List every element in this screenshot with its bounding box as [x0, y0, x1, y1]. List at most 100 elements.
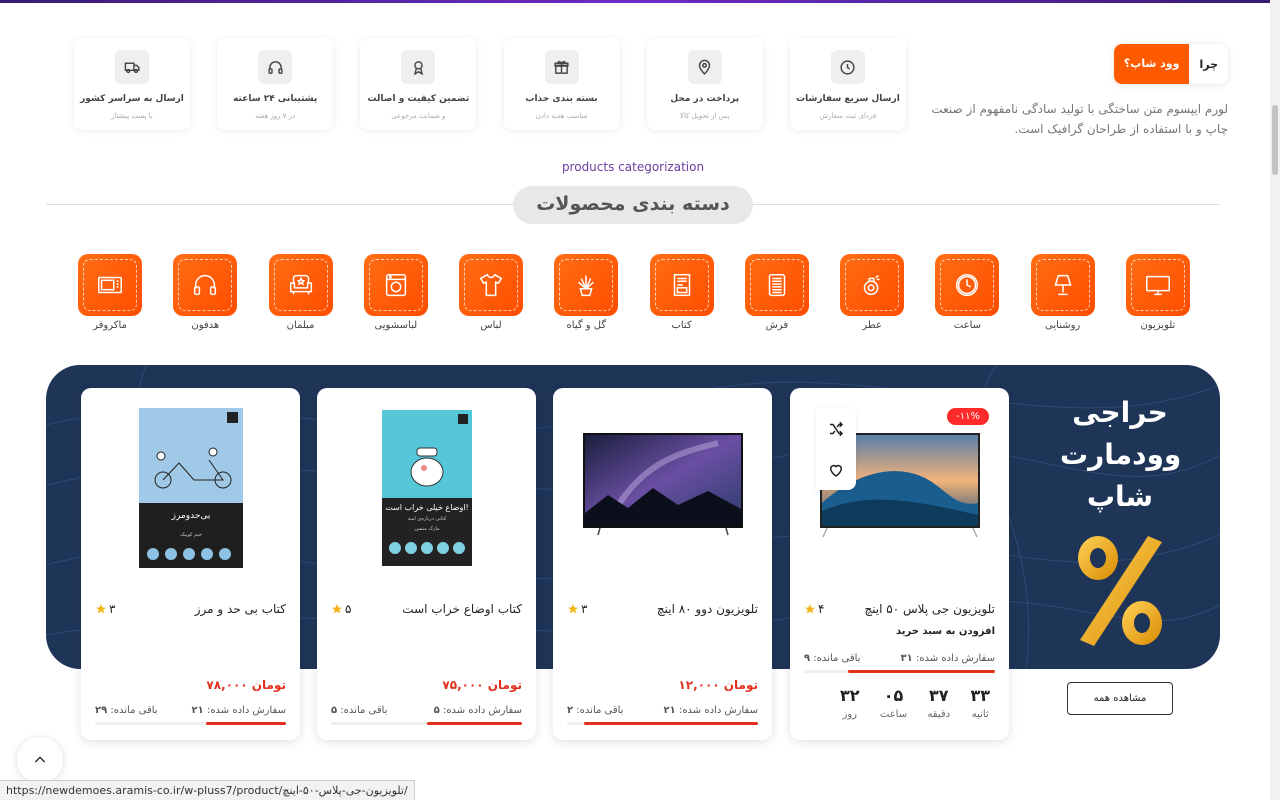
feature-subtitle: فردای ثبت سفارش	[819, 112, 877, 120]
headphones-icon	[258, 50, 293, 84]
feature-title: پشتیبانی ۲۴ ساعته	[233, 94, 318, 104]
sold-label: سفارش داده شده:	[915, 653, 995, 664]
stock-stats: سفارش داده شده: ۲۱ باقی مانده: ۲	[567, 705, 758, 716]
truck-icon	[115, 50, 149, 84]
star-icon	[332, 604, 342, 614]
stock-progress-fill	[584, 722, 758, 725]
product-name[interactable]: کتاب بی حد و مرز	[195, 602, 286, 616]
category-label: گل و گیاه	[566, 320, 607, 331]
feature-subtitle: مناسب هدیه دادن	[535, 112, 588, 120]
status-bar-url: https://newdemoes.aramis-co.ir/w-pluss7/…	[0, 780, 415, 800]
left-label: باقی مانده:	[110, 705, 158, 716]
add-to-cart-link[interactable]: افزودن به سبد خرید	[896, 626, 995, 637]
book-cover-image: بی‌حدومرز جیم کوییک	[138, 408, 243, 568]
category-lighting[interactable]: روشنایی	[1030, 254, 1095, 331]
product-rating: ۳	[567, 602, 587, 616]
tv-icon	[1145, 275, 1170, 296]
sold-count: ۳۱	[900, 653, 913, 664]
countdown-hours: ۰۵ ساعت	[880, 686, 907, 720]
lamp-icon	[1054, 274, 1072, 296]
book-title: اوضاع خیلی خراب است!	[385, 503, 469, 512]
category-washing-machine[interactable]: لباسشویی	[363, 254, 428, 331]
product-name[interactable]: تلویزیون دوو ۸۰ اینچ	[657, 602, 758, 616]
compare-button[interactable]	[816, 408, 856, 449]
countdown-minutes: ۳۷ دقیقه	[927, 686, 950, 720]
category-headphones[interactable]: هدفون	[173, 254, 238, 331]
scrollbar-thumb[interactable]	[1272, 105, 1278, 175]
product-rating: ۳	[95, 602, 115, 616]
stock-stats: سفارش داده شده: ۵ باقی مانده: ۵	[331, 705, 522, 716]
why-us-label: وود شاپ؟ چرا	[1113, 44, 1228, 84]
product-name[interactable]: تلویزیون جی پلاس ۵۰ اینچ	[864, 602, 995, 616]
star-icon	[805, 604, 815, 614]
shirt-icon	[479, 273, 503, 297]
product-card[interactable]: اوضاع خیلی خراب است! کتابی درباره‌ی امید…	[317, 388, 536, 740]
sale-title-line: حراجی	[1072, 396, 1168, 429]
sale-title-line: شاپ	[1086, 480, 1154, 513]
scroll-to-top-button[interactable]	[17, 737, 63, 783]
category-microwave[interactable]: ماکروفر	[78, 254, 142, 331]
why-description: لورم ایپسوم متن ساختگی با تولید سادگی نا…	[931, 102, 1228, 136]
sold-label: سفارش داده شده:	[678, 705, 758, 716]
countdown-label: ساعت	[879, 709, 908, 720]
page-scrollbar[interactable]	[1270, 0, 1280, 800]
category-clothes[interactable]: لباس	[459, 254, 524, 331]
countdown-label: ثانیه	[971, 709, 989, 720]
book-icon	[673, 273, 690, 297]
countdown-value: ۳۲	[840, 686, 860, 705]
category-watch[interactable]: ساعت	[935, 254, 1000, 331]
countdown-days: ۳۲ روز	[840, 686, 860, 720]
rating-value: ۳	[581, 602, 588, 616]
category-label: مبلمان	[286, 320, 315, 331]
rug-icon	[768, 273, 786, 297]
feature-card-support: پشتیبانی ۲۴ ساعته در ۷ روز هفته	[217, 38, 334, 130]
feature-card-cod: پرداخت در محل پس از تحویل کالا	[646, 38, 763, 130]
star-icon	[96, 604, 106, 614]
book-subtitle: کتابی درباره‌ی امید	[407, 516, 446, 522]
featured-product-card[interactable]: -۱۱% تلویزیون جی پلاس ۵۰ اینچ ۴ افزودن ب…	[790, 388, 1009, 740]
left-count: ۹	[804, 653, 811, 664]
product-image[interactable]	[553, 388, 772, 588]
stock-progress	[95, 722, 286, 725]
book-title: بی‌حدومرز	[170, 511, 210, 521]
chevron-up-icon	[34, 756, 46, 763]
washing-machine-icon	[385, 273, 406, 297]
category-tv[interactable]: تلویزیون	[1125, 254, 1190, 331]
category-book[interactable]: کتاب	[649, 254, 714, 331]
feature-subtitle: با پست پیشتاز	[111, 112, 153, 120]
category-perfume[interactable]: عطر	[840, 254, 905, 331]
product-card[interactable]: بی‌حدومرز جیم کوییک کتاب بی حد و مرز ۳ ۷…	[81, 388, 300, 740]
plant-icon	[578, 275, 595, 297]
feature-subtitle: در ۷ روز هفته	[255, 112, 296, 120]
category-label: لباس	[480, 320, 502, 331]
stock-progress-fill	[205, 722, 286, 725]
countdown-seconds: ۳۳ ثانیه	[970, 686, 990, 720]
view-all-button[interactable]: مشاهده همه	[1067, 682, 1173, 715]
why-text: چرا	[1199, 57, 1218, 71]
wishlist-button[interactable]	[816, 449, 856, 490]
product-image[interactable]: بی‌حدومرز جیم کوییک	[81, 388, 300, 588]
sold-label: سفارش داده شده:	[442, 705, 522, 716]
product-rating: ۵	[331, 602, 351, 616]
microwave-icon	[98, 276, 122, 294]
product-price: ۷۸,۰۰۰ تومان	[206, 678, 286, 692]
award-icon	[401, 50, 436, 84]
feature-card-quality: تضمین کیفیت و اصالت و ضمانت مرجوعی	[360, 38, 477, 130]
feature-card-packaging: بسته بندی جذاب مناسب هدیه دادن	[503, 38, 620, 130]
stock-progress	[331, 722, 522, 725]
tv-galaxy-image	[582, 433, 743, 536]
sold-count: ۲۱	[663, 705, 676, 716]
product-name[interactable]: کتاب اوضاع خراب است	[402, 602, 522, 616]
category-rug[interactable]: فرش	[744, 254, 809, 331]
clock-icon	[830, 50, 865, 84]
left-label: باقی مانده:	[813, 653, 861, 664]
feature-subtitle: پس از تحویل کالا	[679, 112, 730, 120]
countdown-value: ۳۷	[929, 686, 949, 705]
feature-title: ارسال سریع سفارشات	[796, 94, 900, 104]
product-card[interactable]: تلویزیون دوو ۸۰ اینچ ۳ ۱۲,۰۰۰ تومان سفار…	[553, 388, 772, 740]
feature-title: پرداخت در محل	[670, 94, 740, 104]
product-image[interactable]: اوضاع خیلی خراب است! کتابی درباره‌ی امید…	[317, 388, 536, 588]
countdown-timer: ۳۳ ثانیه ۳۷ دقیقه ۰۵ ساعت ۳۲ روز	[840, 686, 990, 720]
category-plants[interactable]: گل و گیاه	[554, 254, 619, 331]
category-furniture[interactable]: مبلمان	[268, 254, 333, 331]
